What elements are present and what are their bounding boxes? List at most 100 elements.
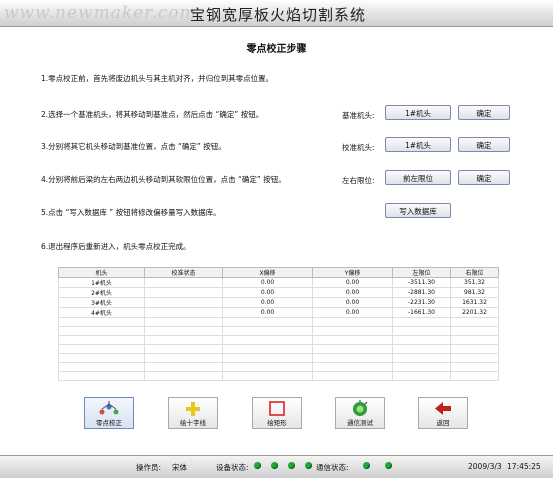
left-limit-cell: -2231.30 <box>392 297 451 308</box>
base-head-ok-button[interactable]: 确定 <box>458 105 510 120</box>
x-offset-cell: 0.00 <box>222 297 313 308</box>
empty-cell <box>58 335 145 345</box>
table-header-row: 机头 校准状态 X偏移 Y偏移 左限位 右限位 <box>58 267 499 278</box>
empty-cell <box>392 326 451 336</box>
empty-cell <box>222 317 313 327</box>
col-right-limit: 右限位 <box>450 267 499 278</box>
title-bar: www.newmaker.com 宝钢宽厚板火焰切割系统 <box>0 0 553 27</box>
empty-cell <box>312 326 393 336</box>
crosshair-label: 绘十字线 <box>180 419 206 427</box>
empty-cell <box>58 344 145 354</box>
empty-cell <box>222 371 313 381</box>
comm-status-led-2 <box>385 462 392 469</box>
empty-cell <box>222 326 313 336</box>
empty-cell <box>312 344 393 354</box>
operator-value: 宋体 <box>172 463 187 472</box>
empty-cell <box>144 335 223 345</box>
head-cell: 2#机头 <box>58 287 145 298</box>
device-status-led-1 <box>254 462 261 469</box>
empty-cell <box>222 362 313 372</box>
step-3: 3.分别将其它机头移动到基准位置，点击 “确定” 按钮。 <box>41 142 226 151</box>
empty-cell <box>58 371 145 381</box>
empty-cell <box>222 344 313 354</box>
right-limit-cell: 981.32 <box>450 287 499 298</box>
empty-cell <box>222 335 313 345</box>
empty-cell <box>450 344 499 354</box>
empty-cell <box>144 371 223 381</box>
rectangle-icon <box>253 400 301 417</box>
empty-cell <box>392 362 451 372</box>
empty-cell <box>312 335 393 345</box>
empty-cell <box>58 317 145 327</box>
empty-cell <box>392 353 451 363</box>
status-time: 17:45:25 <box>507 462 541 471</box>
limit-select[interactable]: 前左限位 <box>385 170 451 185</box>
check-head-label: 校准机头: <box>342 143 375 152</box>
col-status: 校准状态 <box>144 267 223 278</box>
empty-cell <box>312 353 393 363</box>
crosshair-icon <box>169 400 217 417</box>
empty-cell <box>450 371 499 381</box>
y-offset-cell: 0.00 <box>312 297 393 308</box>
window-title: 宝钢宽厚板火焰切割系统 <box>190 6 367 24</box>
table-row[interactable]: 4#机头 0.00 0.00 -1661.30 2201.32 <box>58 307 499 318</box>
zero-calibration-icon <box>85 400 133 417</box>
y-offset-cell: 0.00 <box>312 287 393 298</box>
table-row-empty <box>58 344 499 354</box>
status-bar: 操作员: 宋体 设备状态: 通信状态: 2009/3/3 17:45:25 <box>0 455 553 478</box>
head-offset-table: 机头 校准状态 X偏移 Y偏移 左限位 右限位 1#机头 0.00 0.00 -351… <box>58 267 499 381</box>
left-limit-cell: -1661.30 <box>392 307 451 318</box>
zero-calibration-label: 零点校正 <box>96 419 122 427</box>
base-head-select[interactable]: 1#机头 <box>385 105 451 120</box>
back-label: 返回 <box>436 419 450 427</box>
step-1: 1.零点校正前，首先将废边机头与其主机对齐，并归位到其零点位置。 <box>41 74 274 83</box>
table-row-empty <box>58 317 499 327</box>
empty-cell <box>312 317 393 327</box>
step-5: 5.点击 “写入数据库 ” 按钮将修改偏移量写入数据库。 <box>41 208 221 217</box>
crosshair-button[interactable]: 绘十字线 <box>168 397 218 429</box>
rectangle-button[interactable]: 绘矩形 <box>252 397 302 429</box>
table-row[interactable]: 3#机头 0.00 0.00 -2231.30 1631.32 <box>58 297 499 308</box>
limit-label: 左右限位: <box>342 176 375 185</box>
y-offset-cell: 0.00 <box>312 277 393 288</box>
empty-cell <box>450 362 499 372</box>
operator-label: 操作员: <box>136 463 162 472</box>
empty-cell <box>144 344 223 354</box>
head-cell: 3#机头 <box>58 297 145 308</box>
communication-test-label: 通信测试 <box>347 419 373 427</box>
col-y-offset: Y偏移 <box>312 267 393 278</box>
check-head-ok-button[interactable]: 确定 <box>458 137 510 152</box>
empty-cell <box>392 317 451 327</box>
limit-ok-button[interactable]: 确定 <box>458 170 510 185</box>
status-cell <box>144 277 223 288</box>
watermark: www.newmaker.com <box>4 3 197 23</box>
head-cell: 1#机头 <box>58 277 145 288</box>
write-database-button[interactable]: 写入数据库 <box>385 203 451 218</box>
step-4: 4.分别将前后梁的左右两边机头移动到其软限位位置，点击 “确定” 按钮。 <box>41 175 286 184</box>
table-row[interactable]: 2#机头 0.00 0.00 -2881.30 981.32 <box>58 287 499 298</box>
table-row[interactable]: 1#机头 0.00 0.00 -3511.30 351.32 <box>58 277 499 288</box>
empty-cell <box>58 353 145 363</box>
device-status-led-3 <box>288 462 295 469</box>
device-status-led-4 <box>305 462 312 469</box>
x-offset-cell: 0.00 <box>222 307 313 318</box>
check-head-select[interactable]: 1#机头 <box>385 137 451 152</box>
left-limit-cell: -2881.30 <box>392 287 451 298</box>
right-limit-cell: 2201.32 <box>450 307 499 318</box>
comm-status-led-1 <box>363 462 370 469</box>
empty-cell <box>392 335 451 345</box>
comm-status-label: 通信状态: <box>316 463 349 472</box>
communication-test-button[interactable]: 通信测试 <box>335 397 385 429</box>
empty-cell <box>312 371 393 381</box>
empty-cell <box>392 344 451 354</box>
zero-calibration-button[interactable]: 零点校正 <box>84 397 134 429</box>
rectangle-label: 绘矩形 <box>267 419 287 427</box>
empty-cell <box>58 326 145 336</box>
empty-cell <box>392 371 451 381</box>
empty-cell <box>144 353 223 363</box>
col-head: 机头 <box>58 267 145 278</box>
back-button[interactable]: 返回 <box>418 397 468 429</box>
table-row-empty <box>58 335 499 345</box>
y-offset-cell: 0.00 <box>312 307 393 318</box>
status-cell <box>144 297 223 308</box>
